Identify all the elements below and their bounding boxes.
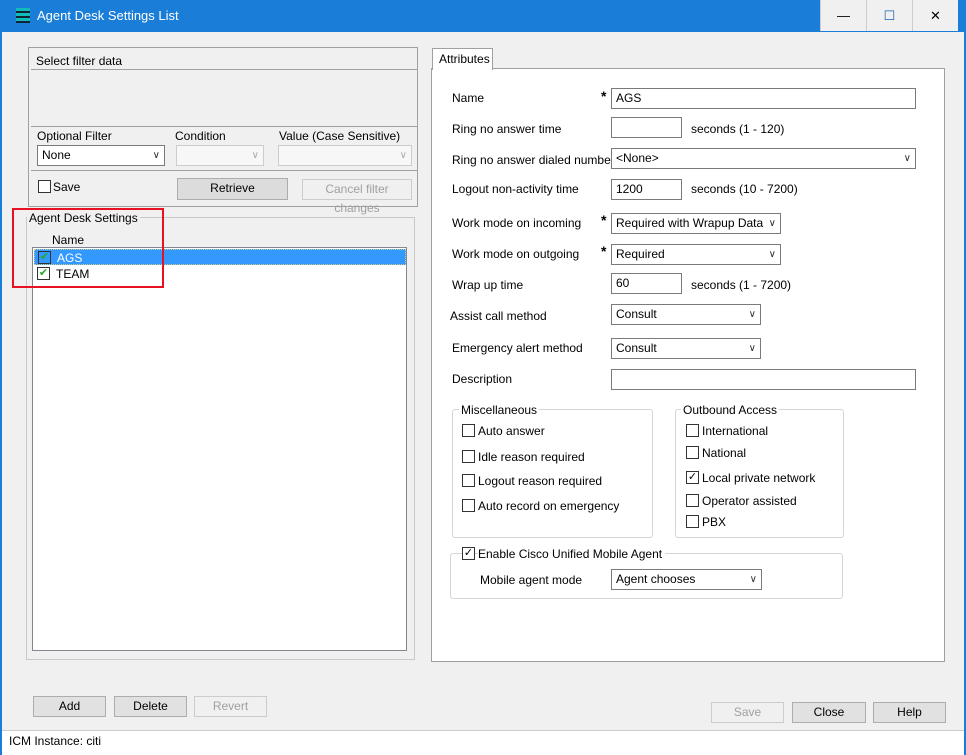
chevron-down-icon: ∨ (768, 249, 776, 260)
required-marker: * (601, 88, 607, 104)
close-button[interactable]: Close (792, 702, 866, 723)
status-bar: ICM Instance: citi (2, 730, 964, 755)
rna-dialed-number-select[interactable]: <None> ∨ (611, 148, 916, 169)
description-label: Description (452, 372, 513, 386)
outbound-option-label: PBX (702, 515, 727, 529)
work-mode-incoming-value: Required with Wrapup Data (616, 216, 764, 230)
window-title: Agent Desk Settings List (37, 8, 179, 23)
optional-filter-value: None (42, 148, 71, 162)
filter-title: Select filter data (36, 54, 123, 68)
chevron-down-icon: ∨ (399, 150, 407, 161)
misc-option-label: Logout reason required (478, 474, 603, 488)
description-input[interactable] (611, 369, 916, 390)
assist-call-value: Consult (616, 307, 657, 321)
chevron-down-icon: ∨ (748, 309, 756, 320)
outbound-option-checkbox[interactable]: ✓ (686, 471, 699, 484)
divider (31, 170, 417, 171)
required-marker: * (601, 243, 607, 259)
rna-dialed-number-label: Ring no answer dialed number (452, 153, 615, 167)
misc-option-checkbox[interactable] (462, 424, 475, 437)
misc-option-label: Auto answer (478, 424, 545, 438)
logout-time-input[interactable]: 1200 (611, 179, 682, 200)
value-select[interactable]: ∨ (278, 145, 412, 166)
required-marker: * (601, 212, 607, 228)
outbound-option-checkbox[interactable] (686, 515, 699, 528)
outbound-option-label: Operator assisted (702, 494, 797, 508)
misc-option-label: Idle reason required (478, 450, 585, 464)
value-label: Value (Case Sensitive) (279, 129, 401, 143)
enable-mobile-agent-label: Enable Cisco Unified Mobile Agent (478, 547, 666, 561)
rna-dialed-number-value: <None> (616, 151, 659, 165)
misc-option-label: Auto record on emergency (478, 499, 620, 513)
work-mode-incoming-select[interactable]: Required with Wrapup Data ∨ (611, 213, 781, 234)
outbound-option-checkbox[interactable] (686, 424, 699, 437)
delete-button[interactable]: Delete (114, 696, 187, 717)
outbound-option-label: Local private network (702, 471, 816, 485)
add-button[interactable]: Add (33, 696, 106, 717)
mobile-agent-mode-value: Agent chooses (616, 572, 696, 586)
chevron-down-icon: ∨ (251, 150, 259, 161)
optional-filter-select[interactable]: None ∨ (37, 145, 165, 166)
condition-label: Condition (175, 129, 226, 143)
revert-button[interactable]: Revert (194, 696, 267, 717)
emergency-alert-select[interactable]: Consult ∨ (611, 338, 761, 359)
logout-time-label: Logout non-activity time (452, 182, 579, 196)
mobile-agent-mode-select[interactable]: Agent chooses ∨ (611, 569, 762, 590)
rna-time-label: Ring no answer time (452, 122, 562, 136)
work-mode-incoming-label: Work mode on incoming (452, 216, 582, 230)
emergency-alert-value: Consult (616, 341, 657, 355)
work-mode-outgoing-value: Required (616, 247, 665, 261)
filter-panel: Select filter data Optional Filter Condi… (28, 47, 418, 215)
divider (31, 69, 417, 70)
tab-attributes[interactable]: Attributes (432, 48, 493, 70)
enable-mobile-agent-checkbox[interactable]: ✓ (462, 547, 475, 560)
divider (31, 126, 417, 127)
maximize-button[interactable]: ☐ (866, 0, 912, 31)
save-filter-checkbox[interactable] (38, 180, 51, 193)
chevron-down-icon: ∨ (152, 150, 160, 161)
help-button[interactable]: Help (873, 702, 946, 723)
condition-select[interactable]: ∨ (176, 145, 264, 166)
chevron-down-icon: ∨ (903, 153, 911, 164)
rna-time-unit: seconds (1 - 120) (691, 122, 785, 136)
chevron-down-icon: ∨ (768, 218, 776, 229)
optional-filter-label: Optional Filter (37, 129, 112, 143)
rna-time-input[interactable] (611, 117, 682, 138)
outbound-option-label: National (702, 446, 747, 460)
save-button[interactable]: Save (711, 702, 784, 723)
chevron-down-icon: ∨ (749, 574, 757, 585)
emergency-alert-label: Emergency alert method (452, 341, 583, 355)
work-mode-outgoing-label: Work mode on outgoing (452, 247, 580, 261)
close-window-button[interactable]: ✕ (912, 0, 958, 31)
misc-option-checkbox[interactable] (462, 450, 475, 463)
highlight-box (12, 208, 164, 288)
window-frame (0, 32, 2, 755)
wrap-up-time-unit: seconds (1 - 7200) (691, 278, 792, 292)
misc-option-checkbox[interactable] (462, 499, 475, 512)
misc-option-checkbox[interactable] (462, 474, 475, 487)
outbound-option-checkbox[interactable] (686, 446, 699, 459)
save-filter-label: Save (53, 180, 81, 194)
logout-time-unit: seconds (10 - 7200) (691, 182, 798, 196)
work-mode-outgoing-select[interactable]: Required ∨ (611, 244, 781, 265)
assist-call-label: Assist call method (450, 309, 547, 323)
mobile-agent-mode-label: Mobile agent mode (480, 573, 583, 587)
cancel-filter-button[interactable]: Cancel filter changes (302, 179, 412, 215)
wrap-up-time-label: Wrap up time (452, 278, 524, 292)
status-text: ICM Instance: citi (9, 734, 102, 748)
settings-list[interactable]: ✔ AGS ✔ TEAM (32, 247, 407, 651)
outbound-option-checkbox[interactable] (686, 494, 699, 507)
name-label: Name (452, 91, 485, 105)
group-title: Miscellaneous (459, 403, 540, 417)
group-title: Outbound Access (681, 403, 780, 417)
title-bar: Agent Desk Settings List — ☐ ✕ (0, 0, 966, 32)
chevron-down-icon: ∨ (748, 343, 756, 354)
assist-call-select[interactable]: Consult ∨ (611, 304, 761, 325)
retrieve-button[interactable]: Retrieve (177, 178, 288, 200)
outbound-option-label: International (702, 424, 769, 438)
name-input[interactable]: AGS (611, 88, 916, 109)
wrap-up-time-input[interactable]: 60 (611, 273, 682, 294)
app-stack-icon (16, 8, 30, 23)
minimize-button[interactable]: — (820, 0, 866, 31)
